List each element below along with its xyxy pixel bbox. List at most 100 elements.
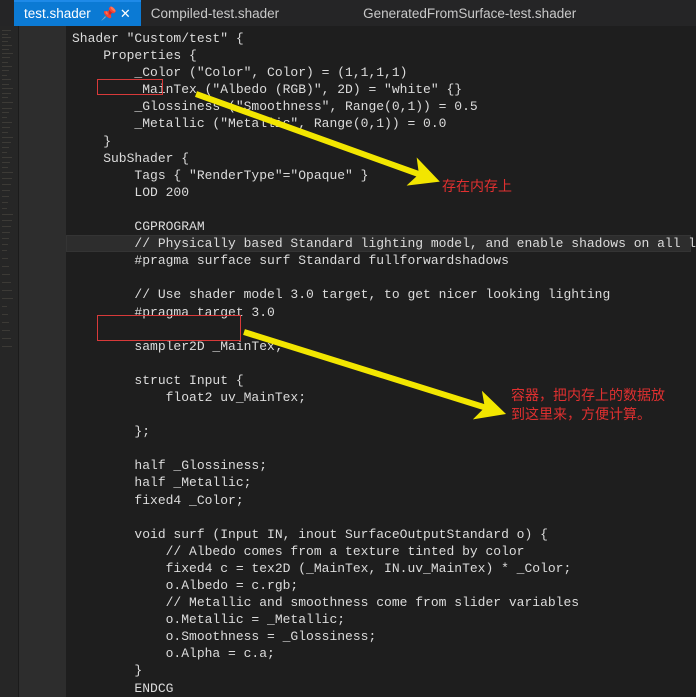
code-line[interactable]: half _Glossiness; bbox=[66, 457, 691, 474]
code-line[interactable] bbox=[66, 509, 691, 526]
change-marker bbox=[2, 132, 8, 133]
change-marker bbox=[2, 232, 10, 233]
tab-test-shader[interactable]: test.shader 📌 ✕ bbox=[14, 0, 141, 26]
code-line[interactable] bbox=[66, 201, 691, 218]
code-line[interactable]: } bbox=[66, 662, 691, 679]
change-marker bbox=[2, 178, 12, 179]
change-marker bbox=[2, 190, 10, 191]
change-marker bbox=[2, 53, 13, 54]
code-line[interactable]: half _Metallic; bbox=[66, 474, 691, 491]
change-marker bbox=[2, 306, 7, 307]
change-marker bbox=[2, 314, 8, 315]
tab-label-generated-from-surface: GeneratedFromSurface-test.shader bbox=[363, 5, 577, 21]
pin-icon[interactable]: 📌 bbox=[101, 7, 117, 20]
change-marker bbox=[2, 30, 11, 31]
change-marker bbox=[2, 57, 10, 58]
editor-tab-bar: test.shader 📌 ✕ Compiled-test.shader Gen… bbox=[0, 0, 696, 26]
code-text-block: Shader "Custom/test" { Properties { _Col… bbox=[66, 26, 696, 697]
close-icon[interactable]: ✕ bbox=[118, 7, 133, 20]
code-line[interactable]: // Physically based Standard lighting mo… bbox=[66, 235, 696, 253]
code-line[interactable]: _Glossiness ("Smoothness", Range(0,1)) =… bbox=[66, 98, 691, 115]
change-marker bbox=[2, 62, 8, 63]
change-marker bbox=[2, 93, 11, 94]
tab-label-test-shader: test.shader bbox=[24, 5, 91, 21]
change-marker bbox=[2, 152, 7, 153]
tab-generated-from-surface-test-shader[interactable]: GeneratedFromSurface-test.shader bbox=[353, 0, 595, 26]
change-marker bbox=[2, 117, 7, 118]
code-line[interactable]: ENDCG bbox=[66, 680, 691, 697]
change-marker bbox=[2, 157, 12, 158]
code-line[interactable]: #pragma surface surf Standard fullforwar… bbox=[66, 252, 691, 269]
change-marker bbox=[2, 244, 8, 245]
code-line[interactable]: LOD 200 bbox=[66, 184, 691, 201]
code-line[interactable]: sampler2D _MainTex; bbox=[66, 338, 691, 355]
change-marker bbox=[2, 147, 9, 148]
change-marker bbox=[2, 70, 9, 71]
change-marker bbox=[2, 108, 12, 109]
code-line[interactable]: Shader "Custom/test" { bbox=[66, 30, 691, 47]
editor-gutter bbox=[19, 26, 66, 697]
change-marker bbox=[2, 196, 9, 197]
change-marker bbox=[2, 208, 7, 209]
change-marker bbox=[2, 202, 8, 203]
change-marker bbox=[2, 346, 12, 347]
memory-note: 存在内存上 bbox=[442, 179, 512, 195]
code-line[interactable]: // Albedo comes from a texture tinted by… bbox=[66, 543, 691, 560]
change-marker bbox=[2, 127, 10, 128]
code-line[interactable]: } bbox=[66, 133, 691, 150]
change-marker bbox=[2, 97, 8, 98]
code-line[interactable]: o.Smoothness = _Glossiness; bbox=[66, 628, 691, 645]
change-marker bbox=[2, 88, 13, 89]
code-line[interactable]: // Metallic and smoothness come from sli… bbox=[66, 594, 691, 611]
change-marker bbox=[2, 84, 9, 85]
code-line[interactable]: }; bbox=[66, 423, 691, 440]
code-line[interactable]: void surf (Input IN, inout SurfaceOutput… bbox=[66, 526, 691, 543]
tabbar-spacer-left bbox=[0, 0, 14, 26]
code-line[interactable]: _MainTex ("Albedo (RGB)", 2D) = "white" … bbox=[66, 81, 691, 98]
change-marker bbox=[2, 258, 8, 259]
change-marker bbox=[2, 330, 10, 331]
code-line[interactable]: #pragma target 3.0 bbox=[66, 304, 691, 321]
code-line[interactable] bbox=[66, 321, 691, 338]
code-line[interactable]: Properties { bbox=[66, 47, 691, 64]
change-marker bbox=[2, 49, 9, 50]
change-marker bbox=[2, 274, 10, 275]
change-marker bbox=[2, 220, 12, 221]
change-marker bbox=[2, 322, 9, 323]
change-marker bbox=[2, 338, 11, 339]
change-marker bbox=[2, 41, 8, 42]
change-marker bbox=[2, 45, 12, 46]
editor-change-strip[interactable] bbox=[0, 26, 18, 697]
code-line[interactable]: o.Albedo = c.rgb; bbox=[66, 577, 691, 594]
code-line[interactable]: // Use shader model 3.0 target, to get n… bbox=[66, 286, 691, 303]
code-line[interactable]: fixed4 _Color; bbox=[66, 492, 691, 509]
code-editor-surface[interactable]: Shader "Custom/test" { Properties { _Col… bbox=[66, 26, 696, 697]
code-line[interactable]: _Color ("Color", Color) = (1,1,1,1) bbox=[66, 64, 691, 81]
change-marker bbox=[2, 172, 13, 173]
code-line[interactable]: o.Metallic = _Metallic; bbox=[66, 611, 691, 628]
change-marker bbox=[2, 37, 11, 38]
code-line[interactable]: Tags { "RenderType"="Opaque" } bbox=[66, 167, 691, 184]
change-marker bbox=[2, 250, 7, 251]
change-marker bbox=[2, 266, 9, 267]
tabbar-spacer-mid bbox=[297, 0, 353, 26]
container-note: 容器，把内存上的数据放 到这里来，方便计算。 bbox=[511, 388, 665, 423]
code-line[interactable]: _Metallic ("Metallic", Range(0,1)) = 0.0 bbox=[66, 115, 691, 132]
change-marker bbox=[2, 214, 13, 215]
code-line[interactable] bbox=[66, 269, 691, 286]
change-marker bbox=[2, 34, 8, 35]
change-marker bbox=[2, 184, 11, 185]
change-marker bbox=[2, 238, 9, 239]
code-line[interactable]: fixed4 c = tex2D (_MainTex, IN.uv_MainTe… bbox=[66, 560, 691, 577]
change-marker bbox=[2, 79, 11, 80]
code-line[interactable] bbox=[66, 440, 691, 457]
change-marker bbox=[2, 122, 12, 123]
code-line[interactable]: SubShader { bbox=[66, 150, 691, 167]
code-line[interactable]: o.Alpha = c.a; bbox=[66, 645, 691, 662]
code-line[interactable]: CGPROGRAM bbox=[66, 218, 691, 235]
change-marker bbox=[2, 298, 13, 299]
tab-compiled-test-shader[interactable]: Compiled-test.shader bbox=[140, 0, 298, 26]
code-line[interactable] bbox=[66, 355, 691, 372]
change-marker bbox=[2, 162, 10, 163]
change-marker bbox=[2, 112, 9, 113]
